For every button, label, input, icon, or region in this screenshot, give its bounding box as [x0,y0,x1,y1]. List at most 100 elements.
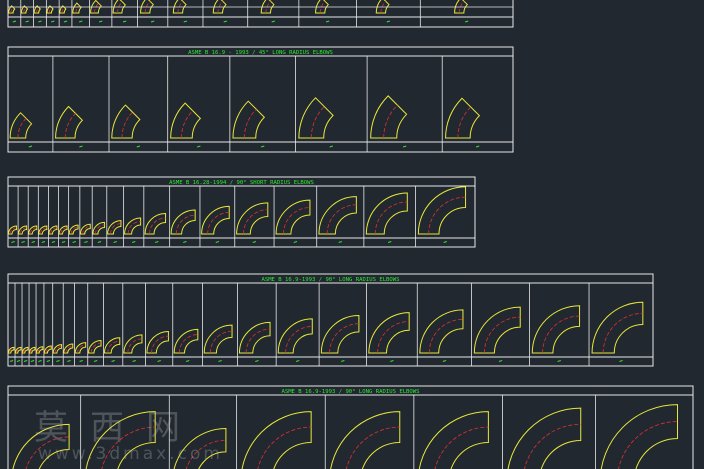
elbow-outline [318,196,357,235]
cell-label-mark [464,20,469,23]
elbow-cell [92,221,105,235]
cell-label-mark [72,241,76,243]
cell-label-mark [197,145,201,148]
panel-frame [7,46,514,153]
cell-label-mark [38,20,42,23]
cell-label-mark [38,360,42,362]
elbow-centerline [602,312,643,354]
elbow-outline [7,225,17,235]
elbow-cell [591,301,644,354]
elbow-cell [140,0,155,14]
elbow-outline [507,407,582,469]
cell-label-mark [271,20,276,23]
elbow-centerline [121,111,133,139]
elbow-cell [600,404,679,469]
panel-45-top-partial [7,0,514,28]
cell-label-mark [185,360,190,362]
cell-label-mark [25,20,29,23]
elbow-cell [124,217,142,235]
elbow-cell [419,309,464,354]
cad-drawing-canvas: ASME B 16.9 - 1993 / 45° LONG RADIUS ELB… [7,0,694,469]
cell-label-mark [215,241,220,243]
elbow-cell [365,192,408,235]
elbow-cell [146,330,169,354]
cell-label-mark [12,20,17,23]
elbow-cell [375,0,390,14]
elbow-cell [173,328,199,354]
elbow-cell [368,312,410,354]
elbow-cell [203,324,233,354]
elbow-cell [201,205,230,235]
elbow-cell [112,0,127,14]
elbow-cell [28,225,38,235]
elbow-cell [87,339,102,354]
elbow-cell [236,202,269,235]
elbow-outline [38,225,48,235]
elbow-outline [236,202,269,235]
cell-label-mark [154,241,159,243]
elbow-cell [445,97,481,139]
elbow-cell [298,97,334,139]
elbow-outline [28,346,36,354]
cell-label-mark [111,360,115,362]
cell-label-mark [132,360,136,362]
elbow-outline [58,225,68,235]
cell-label-mark [30,360,35,362]
elbow-cell [107,220,122,235]
cell-label-mark [122,20,127,23]
elbow-outline [35,346,44,354]
cell-label-mark [97,241,102,243]
cell-label-mark [67,360,71,362]
elbow-cell [111,104,141,139]
elbow-centerline [94,2,99,14]
elbow-outline [531,305,581,354]
elbow-cell [63,343,74,354]
elbow-centerline [457,106,471,139]
elbow-centerline [383,104,398,139]
cell-label-mark [51,241,56,243]
cell-label-mark [84,241,88,243]
elbow-centerline [243,108,257,139]
elbow-centerline [434,426,489,469]
cell-label-mark [79,145,83,148]
elbow-cell [58,225,68,235]
elbow-outline [21,346,29,354]
elbow-cell [275,199,311,235]
panel-title: ASME B 16.9-1993 / 90° LONG RADIUS ELBOW… [261,277,399,283]
cell-label-mark [136,145,141,148]
elbow-outline [417,186,467,235]
cell-label-mark [475,145,480,148]
elbow-centerline [618,421,678,469]
cell-label-mark [28,145,33,148]
cell-label-mark [325,20,330,23]
cell-label-mark [338,241,343,243]
elbow-cell [55,105,84,139]
elbow-cell [123,334,143,354]
elbow-outline [418,411,489,469]
elbow-cell [173,428,227,469]
elbow-cell [277,318,313,354]
elbow-outline [170,209,196,235]
elbow-outline [144,213,167,235]
elbow-cell [260,0,275,14]
elbow-outline [14,346,22,354]
elbow-centerline [524,423,581,469]
elbow-outline [72,2,82,14]
cell-label-mark [56,360,60,362]
cell-label-mark [557,360,561,362]
cell-label-mark [442,360,447,362]
elbow-outline [600,404,679,469]
panel-45-long-radius-elbows: ASME B 16.9 - 1993 / 45° LONG RADIUS ELB… [7,46,514,153]
elbow-cell [531,305,581,354]
cell-label-mark [150,20,155,23]
elbow-cell [170,102,202,139]
elbow-outline [12,423,70,469]
cell-label-mark [293,241,298,243]
elbow-cell [103,337,121,354]
cell-label-mark [78,20,83,23]
elbow-centerline [346,426,400,469]
elbow-cell [18,225,28,235]
cell-label-mark [255,360,259,362]
elbow-centerline [101,426,156,469]
elbow-cell [238,321,271,354]
